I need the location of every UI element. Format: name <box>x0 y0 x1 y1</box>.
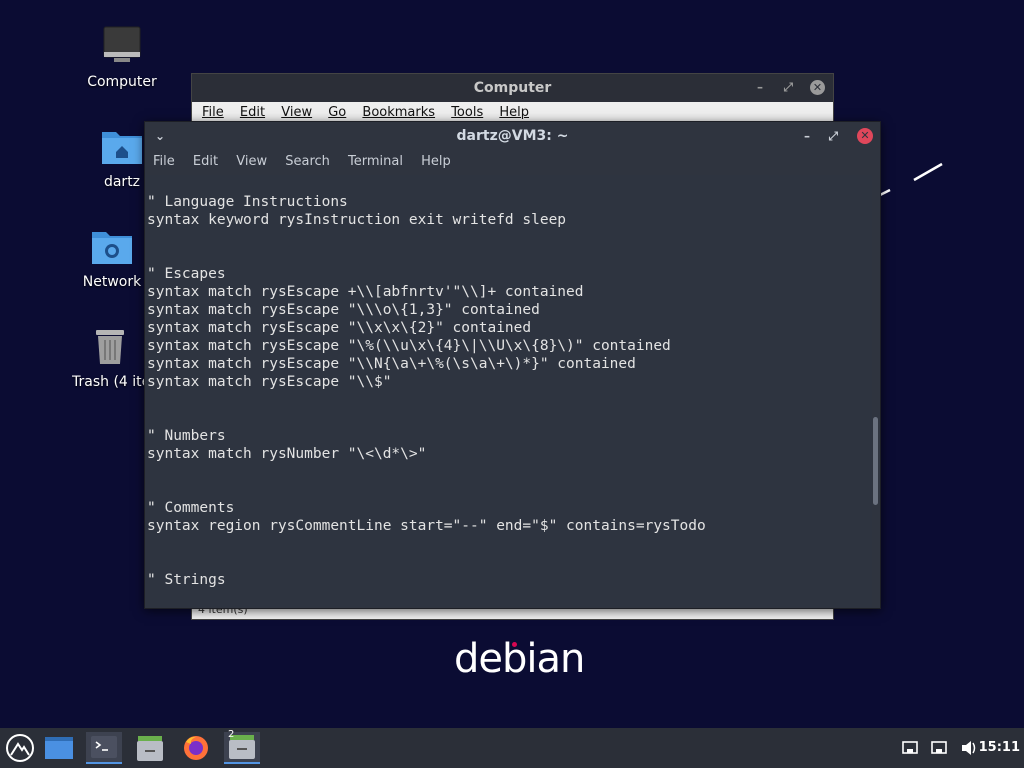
logo-text: debian <box>454 636 585 682</box>
menu-go[interactable]: Go <box>328 105 346 120</box>
terminal-line: syntax match rysEscape +\\[abfnrtv'"\\]+… <box>147 284 584 300</box>
window-count-badge: 2 <box>228 729 235 740</box>
file-manager-titlebar[interactable]: Computer – ⤢ ✕ <box>192 74 833 102</box>
volume-icon[interactable] <box>960 728 978 768</box>
window-title: dartz@VM3: ~ <box>456 128 569 144</box>
home-folder-icon <box>98 122 146 170</box>
terminal-scrollbar[interactable] <box>872 175 878 607</box>
menu-help[interactable]: Help <box>421 154 451 169</box>
terminal-line: syntax region rysCommentLine start="--" … <box>147 518 706 534</box>
computer-icon <box>98 22 146 70</box>
network-wired-icon[interactable] <box>902 728 918 768</box>
terminal-line: syntax match rysEscape "\\x\x\{2}" conta… <box>147 320 532 336</box>
taskbar-terminal[interactable] <box>86 732 122 764</box>
desktop-icon-network[interactable]: Network <box>72 222 152 290</box>
desktop-icon-trash[interactable]: Trash (4 items) <box>72 322 148 390</box>
terminal-menubar: File Edit View Search Terminal Help <box>145 150 880 174</box>
terminal-line: " Numbers <box>147 428 226 444</box>
logo-dot <box>512 642 517 647</box>
show-desktop-button[interactable] <box>41 732 77 764</box>
debian-logo: debian <box>454 636 585 682</box>
app-menu-button[interactable] <box>2 732 38 764</box>
minimize-icon[interactable]: – <box>804 129 810 143</box>
close-icon[interactable]: ✕ <box>810 80 825 95</box>
menu-edit[interactable]: Edit <box>193 154 218 169</box>
menu-file[interactable]: File <box>202 105 224 120</box>
terminal-line: " Language Instructions <box>147 194 348 210</box>
terminal-line: " Strings <box>147 572 226 588</box>
desktop-icon-label: Computer <box>87 74 157 90</box>
app-menu-icon <box>6 734 34 762</box>
terminal-line: syntax match rysEscape "\%(\\u\x\{4}\|\\… <box>147 338 671 354</box>
desktop-icon <box>45 737 73 759</box>
desktop: Computer dartz Network Trash (4 it debia… <box>0 0 1024 728</box>
terminal-line: " Escapes <box>147 266 226 282</box>
scrollbar-thumb[interactable] <box>873 417 878 505</box>
terminal-line: syntax keyword rysInstruction exit write… <box>147 212 567 228</box>
file-manager-icon <box>137 736 163 761</box>
maximize-icon[interactable]: ⤢ <box>828 129 838 143</box>
menu-tools[interactable]: Tools <box>451 105 483 120</box>
terminal-line: " Comments <box>147 500 235 516</box>
taskbar-firefox[interactable] <box>178 732 214 764</box>
menu-help[interactable]: Help <box>499 105 529 120</box>
terminal-content[interactable]: " Language Instructions syntax keyword r… <box>146 175 872 607</box>
terminal-icon <box>91 736 117 758</box>
menu-bookmarks[interactable]: Bookmarks <box>362 105 435 120</box>
menu-view[interactable]: View <box>236 154 267 169</box>
desktop-icon-label: Trash (4 items) <box>72 374 148 390</box>
taskbar: 2 15:11 <box>0 728 1024 768</box>
desktop-icon-label: Network <box>82 274 142 290</box>
minimize-icon[interactable]: – <box>757 80 763 94</box>
terminal-text: " Language Instructions syntax keyword r… <box>146 175 872 589</box>
terminal-titlebar[interactable]: ⌄ dartz@VM3: ~ – ⤢ ✕ <box>145 122 880 150</box>
network-folder-icon <box>88 222 136 270</box>
menu-view[interactable]: View <box>281 105 312 120</box>
menu-search[interactable]: Search <box>285 154 330 169</box>
menu-edit[interactable]: Edit <box>240 105 265 120</box>
clock[interactable]: 15:11 <box>979 728 1020 768</box>
window-title: Computer <box>473 80 552 96</box>
terminal-line: syntax match rysEscape "\\\o\{1,3}" cont… <box>147 302 540 318</box>
desktop-icon-computer[interactable]: Computer <box>72 22 172 90</box>
close-icon[interactable]: ✕ <box>857 128 873 144</box>
maximize-icon[interactable]: ⤢ <box>783 80 793 94</box>
terminal-line: syntax match rysEscape "\\N{\a\+\%(\s\a\… <box>147 356 636 372</box>
terminal-window[interactable]: ⌄ dartz@VM3: ~ – ⤢ ✕ File Edit View Sear… <box>144 121 881 609</box>
wallpaper-swoosh <box>879 162 943 197</box>
firefox-icon <box>184 736 208 760</box>
menu-terminal[interactable]: Terminal <box>348 154 403 169</box>
menu-file[interactable]: File <box>153 154 175 169</box>
window-menu-chevron-icon[interactable]: ⌄ <box>155 129 165 143</box>
network-wired-icon[interactable] <box>931 728 947 768</box>
terminal-line: syntax match rysNumber "\<\d*\>" <box>147 446 427 462</box>
taskbar-file-manager[interactable] <box>132 732 168 764</box>
terminal-line: syntax match rysEscape "\\$" <box>147 374 392 390</box>
trash-icon <box>86 322 134 370</box>
